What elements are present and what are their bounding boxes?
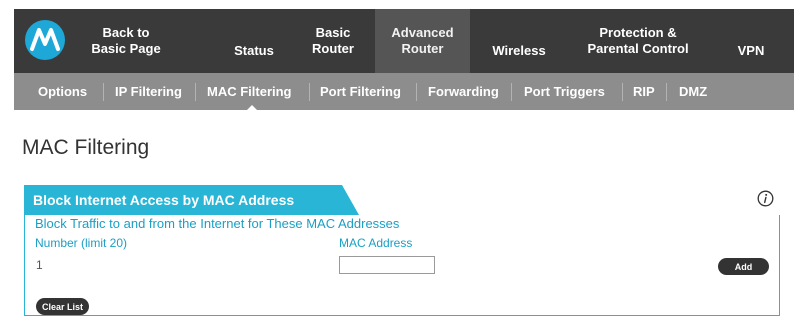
column-header-number: Number (limit 20)	[35, 236, 128, 250]
section-header: Block Internet Access by MAC Address	[24, 185, 359, 215]
subnav-ip-filtering[interactable]: IP Filtering	[115, 73, 182, 110]
subnav-forwarding[interactable]: Forwarding	[428, 73, 499, 110]
tab-advanced-router[interactable]: Advanced Router	[375, 9, 470, 73]
tab-status[interactable]: Status	[217, 9, 291, 73]
sub-nav: Options IP Filtering MAC Filtering Port …	[14, 73, 794, 110]
top-nav: Back to Basic Page Status Basic Router A…	[14, 9, 794, 73]
subnav-divider	[309, 83, 310, 101]
column-header-mac-address: MAC Address	[339, 236, 413, 250]
subnav-divider	[416, 83, 417, 101]
add-button[interactable]: Add	[718, 258, 769, 275]
subnav-port-triggers[interactable]: Port Triggers	[524, 73, 605, 110]
tab-wireless[interactable]: Wireless	[480, 9, 558, 73]
section-subtitle: Block Traffic to and from the Internet f…	[35, 216, 400, 231]
subnav-dmz[interactable]: DMZ	[679, 73, 707, 110]
page: Back to Basic Page Status Basic Router A…	[0, 0, 801, 325]
subnav-divider	[666, 83, 667, 101]
subnav-rip[interactable]: RIP	[633, 73, 655, 110]
subnav-port-filtering[interactable]: Port Filtering	[320, 73, 401, 110]
tab-vpn[interactable]: VPN	[721, 9, 781, 73]
tab-back-to-basic-page[interactable]: Back to Basic Page	[80, 9, 172, 73]
subnav-divider	[511, 83, 512, 101]
row-number: 1	[36, 258, 43, 272]
subnav-divider	[195, 83, 196, 101]
active-subnav-caret-icon	[246, 105, 258, 111]
info-icon[interactable]	[757, 190, 774, 207]
section-header-label: Block Internet Access by MAC Address	[33, 192, 295, 208]
subnav-divider	[103, 83, 104, 101]
mac-address-input[interactable]	[339, 256, 435, 274]
clear-list-button[interactable]: Clear List	[36, 298, 89, 315]
subnav-options[interactable]: Options	[38, 73, 87, 110]
tab-basic-router[interactable]: Basic Router	[302, 9, 364, 73]
tab-protection-parental-control[interactable]: Protection & Parental Control	[576, 9, 700, 73]
subnav-divider	[622, 83, 623, 101]
page-title: MAC Filtering	[22, 136, 150, 159]
motorola-logo-icon[interactable]	[25, 20, 65, 60]
